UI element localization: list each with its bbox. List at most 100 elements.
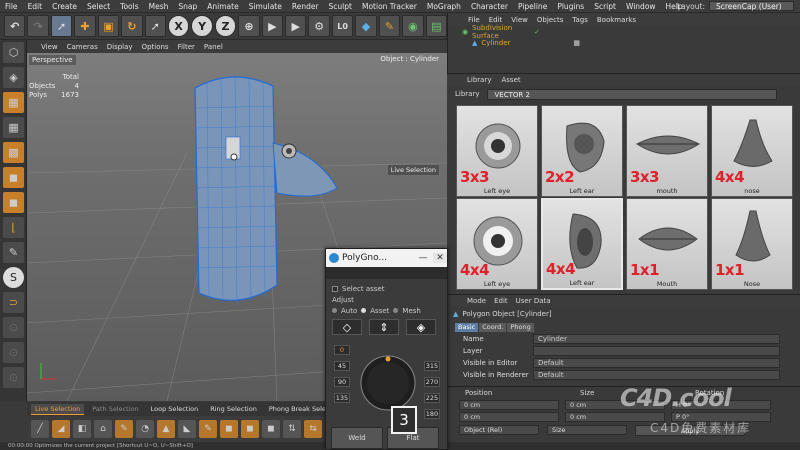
asset-tile[interactable]: 1x1 Mouth [626, 198, 708, 290]
attr-visible-renderer-dropdown[interactable]: Default [533, 370, 780, 380]
stitch-icon[interactable]: ◣ [178, 420, 196, 438]
am-menu-user-data[interactable]: User Data [516, 297, 551, 305]
menu-tools[interactable]: Tools [120, 2, 138, 11]
subdivision-icon[interactable]: ◉ [402, 15, 424, 37]
select-asset-row[interactable]: Select asset [326, 283, 447, 294]
points-mode-icon[interactable]: ▩ [3, 142, 24, 163]
menu-mesh[interactable]: Mesh [149, 2, 169, 11]
asset-tile[interactable]: 3x3 mouth [626, 105, 708, 197]
menu-edit[interactable]: Edit [28, 2, 43, 11]
tab-loop-selection[interactable]: Loop Selection [147, 404, 203, 414]
extrude-icon[interactable]: ◢ [52, 420, 70, 438]
menu-simulate[interactable]: Simulate [249, 2, 282, 11]
array-icon[interactable]: ▤ [425, 15, 448, 37]
angle-270[interactable]: 270 [424, 377, 440, 387]
angle-90[interactable]: 90 [334, 377, 350, 387]
angle-45[interactable]: 45 [334, 361, 350, 371]
axis-x-button[interactable]: X [167, 15, 190, 37]
undo-icon[interactable]: ↶ [4, 15, 26, 37]
om-menu-view[interactable]: View [511, 16, 528, 24]
lock-icon[interactable]: ⊙ [3, 317, 24, 338]
pen-icon[interactable]: ✎ [378, 15, 401, 37]
grid-icon[interactable]: ⊙ [3, 342, 24, 363]
attr-visible-editor-dropdown[interactable]: Default [533, 358, 780, 368]
axis-y-button[interactable]: Y [191, 15, 213, 37]
radio-asset[interactable] [361, 308, 367, 313]
coordinate-system-icon[interactable]: ⊕ [238, 15, 260, 37]
scale-tool-icon[interactable]: ▣ [97, 15, 120, 37]
menu-animate[interactable]: Animate [207, 2, 238, 11]
select-asset-checkbox[interactable] [332, 285, 338, 292]
vp-menu-cameras[interactable]: Cameras [67, 43, 98, 51]
vp-menu-display[interactable]: Display [107, 43, 133, 51]
menu-create[interactable]: Create [52, 2, 77, 11]
om-menu-objects[interactable]: Objects [537, 16, 563, 24]
pos-y-field[interactable]: 0 cm [459, 412, 559, 422]
polygons-mode-icon[interactable]: ◼ [3, 192, 24, 213]
normal-move-icon[interactable]: ⇅ [283, 420, 301, 438]
menu-file[interactable]: File [5, 2, 18, 11]
bridge-icon[interactable]: ⌂ [94, 420, 112, 438]
smooth-shift-icon[interactable]: ◼ [262, 420, 280, 438]
menu-snap[interactable]: Snap [178, 2, 197, 11]
attr-name-field[interactable]: Cylinder [533, 334, 780, 344]
angle-0[interactable]: 0 [334, 345, 350, 355]
pointer-icon[interactable]: ➚ [144, 15, 166, 37]
cube-icon[interactable]: ◆ [355, 15, 377, 37]
menu-script[interactable]: Script [594, 2, 616, 11]
radio-auto[interactable] [332, 308, 337, 313]
extrude-inner-icon[interactable]: ◼ [220, 420, 238, 438]
polygon-pen-icon[interactable]: ✎ [199, 420, 217, 438]
asset-tile[interactable]: 3x3 Left eye [456, 105, 538, 197]
asset-tile[interactable]: 1x1 Nose [711, 198, 793, 290]
menu-character[interactable]: Character [471, 2, 508, 11]
am-menu-mode[interactable]: Mode [467, 297, 486, 305]
radio-mesh[interactable] [393, 308, 399, 313]
coord-mode-dropdown[interactable]: Object (Rel) [459, 425, 539, 435]
axis-mode-icon[interactable]: ⌊ [3, 217, 24, 238]
rotate-tool-icon[interactable]: ↻ [121, 15, 143, 37]
render-view-icon[interactable]: ▶ [261, 15, 284, 37]
om-menu-bookmarks[interactable]: Bookmarks [597, 16, 636, 24]
weld-button[interactable]: Weld [331, 427, 383, 449]
weld-icon[interactable]: ▲ [157, 420, 175, 438]
tab-coord[interactable]: Coord. [479, 322, 507, 332]
select-tool-icon[interactable]: ➚ [50, 15, 73, 37]
am-menu-edit[interactable]: Edit [494, 297, 508, 305]
flip-horizontal-icon[interactable]: ◇ [332, 319, 362, 335]
matrix-extrude-icon[interactable]: ◼ [241, 420, 259, 438]
normal-scale-icon[interactable]: ⇆ [304, 420, 322, 438]
tab-ring-selection[interactable]: Ring Selection [206, 404, 261, 414]
tab-phong[interactable]: Phong [507, 322, 534, 332]
angle-225[interactable]: 225 [424, 393, 440, 403]
pos-x-field[interactable]: 0 cm [459, 400, 559, 410]
solo-icon[interactable]: ⊙ [3, 367, 24, 388]
knife-icon[interactable]: ╱ [31, 420, 49, 438]
snap-icon[interactable]: S [3, 267, 24, 288]
lib-menu-asset[interactable]: Asset [501, 76, 520, 84]
layout-dropdown[interactable]: ScreenCap (User) [709, 1, 794, 11]
l0-button[interactable]: L0 [331, 15, 354, 37]
library-dropdown[interactable]: VECTOR 2 [487, 88, 778, 100]
tab-path-selection[interactable]: Path Selection [88, 404, 142, 414]
minimize-icon[interactable]: — [416, 253, 430, 263]
asset-tile[interactable]: 2x2 Left ear [541, 105, 623, 197]
menu-motion-tracker[interactable]: Motion Tracker [362, 2, 417, 11]
texture-mode-icon[interactable]: ▦ [3, 92, 24, 113]
move-tool-icon[interactable]: ✚ [74, 15, 96, 37]
angle-315[interactable]: 315 [424, 361, 440, 371]
menu-pipeline[interactable]: Pipeline [518, 2, 547, 11]
make-editable-icon[interactable]: ⬡ [3, 42, 24, 63]
tweak-icon[interactable]: ✎ [3, 242, 24, 263]
model-mode-icon[interactable]: ◈ [3, 67, 24, 88]
vp-menu-view[interactable]: View [41, 43, 58, 51]
viewport-title[interactable]: Perspective [29, 55, 76, 65]
om-item-cylinder[interactable]: ▲ Cylinder ▦ [448, 37, 800, 48]
om-menu-edit[interactable]: Edit [489, 16, 503, 24]
om-menu-tags[interactable]: Tags [572, 16, 588, 24]
asset-tile[interactable]: 4x4 nose [711, 105, 793, 197]
size-mode-dropdown[interactable]: Size [547, 425, 627, 435]
vp-menu-filter[interactable]: Filter [178, 43, 195, 51]
asset-tile[interactable]: 4x4 Left eye [456, 198, 538, 290]
tab-live-selection[interactable]: Live Selection [31, 403, 85, 415]
